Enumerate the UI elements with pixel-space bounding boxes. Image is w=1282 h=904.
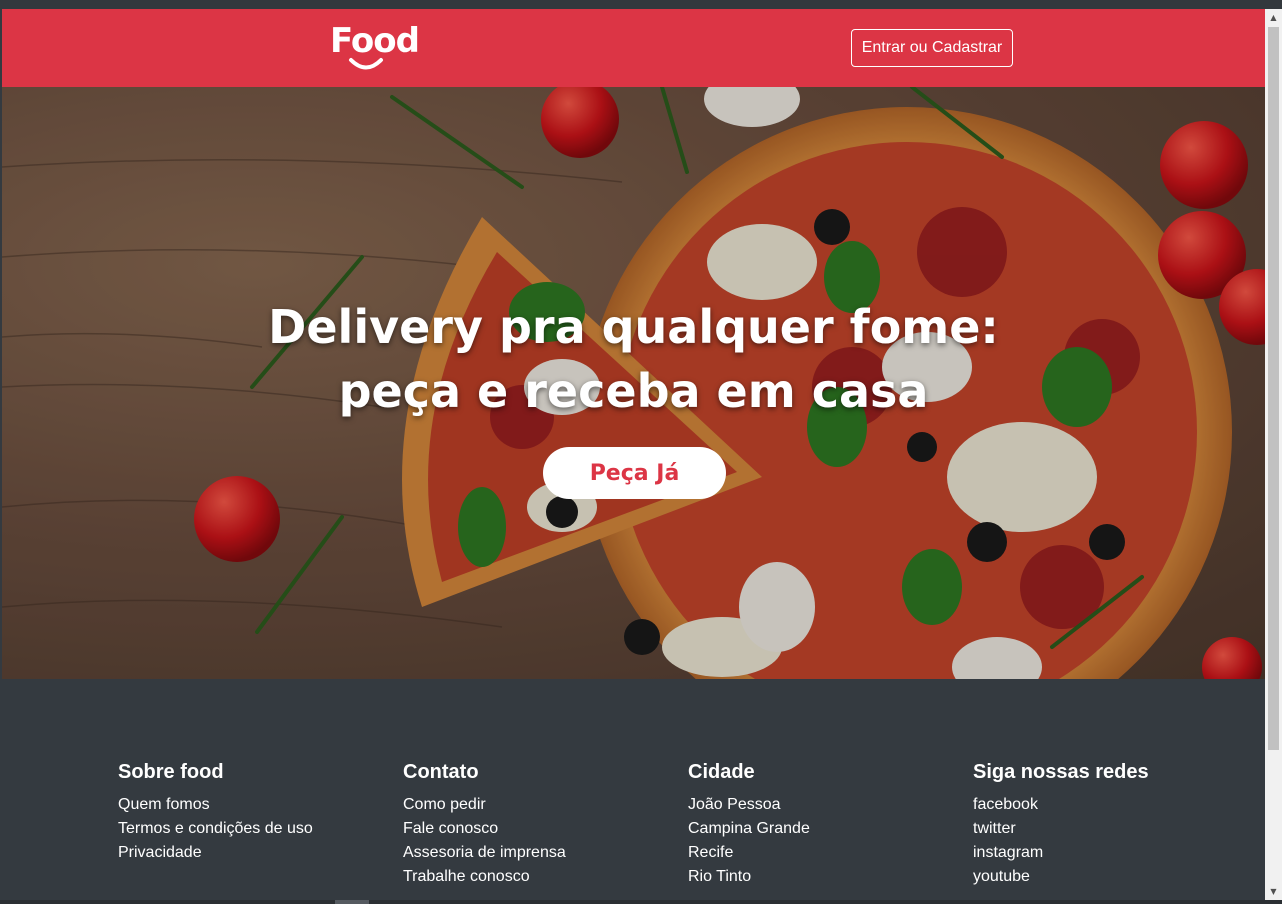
footer-link-about-us[interactable]: Quem fomos (118, 793, 398, 817)
scrollbar-thumb[interactable] (1268, 27, 1279, 750)
footer-link-youtube[interactable]: youtube (973, 865, 1253, 889)
footer-link-instagram[interactable]: instagram (973, 841, 1253, 865)
footer-link-city-rio-tinto[interactable]: Rio Tinto (688, 865, 968, 889)
footer-link-careers[interactable]: Trabalhe conosco (403, 865, 683, 889)
footer-link-facebook[interactable]: facebook (973, 793, 1253, 817)
footer-link-contact-us[interactable]: Fale conosco (403, 817, 683, 841)
hero-headline-line-2: peça e receba em casa (338, 364, 929, 418)
footer-column-contact: Contato Como pedir Fale conosco Assesori… (403, 759, 683, 889)
footer-link-city-joao-pessoa[interactable]: João Pessoa (688, 793, 968, 817)
window-bottom-border (0, 900, 1282, 904)
footer-link-press[interactable]: Assesoria de imprensa (403, 841, 683, 865)
scroll-up-arrow-icon[interactable]: ▲ (1265, 9, 1282, 26)
footer-heading-contact: Contato (403, 761, 479, 783)
hero-banner: Delivery pra qualquer fome: peça e receb… (2, 87, 1265, 679)
footer-link-how-to-order[interactable]: Como pedir (403, 793, 683, 817)
site-footer: Sobre food Quem fomos Termos e condições… (2, 679, 1265, 900)
food-logo[interactable]: Food (330, 21, 420, 75)
footer-link-privacy[interactable]: Privacidade (118, 841, 398, 865)
footer-heading-about: Sobre food (118, 761, 224, 783)
footer-link-twitter[interactable]: twitter (973, 817, 1253, 841)
vertical-scrollbar[interactable]: ▲ ▼ (1265, 9, 1282, 900)
footer-link-city-campina-grande[interactable]: Campina Grande (688, 817, 968, 841)
window-top-border (0, 0, 1282, 9)
hero-headline-line-1: Delivery pra qualquer fome: (268, 300, 999, 354)
browser-window: Food Entrar ou Cadastrar Delivery pra qu… (0, 0, 1282, 904)
login-register-button[interactable]: Entrar ou Cadastrar (851, 29, 1013, 67)
footer-link-terms[interactable]: Termos e condições de uso (118, 817, 398, 841)
horizontal-scroll-indicator (335, 900, 369, 904)
scroll-down-arrow-icon[interactable]: ▼ (1265, 883, 1282, 900)
footer-heading-social: Siga nossas redes (973, 761, 1149, 783)
footer-heading-city: Cidade (688, 761, 755, 783)
footer-column-city: Cidade João Pessoa Campina Grande Recife… (688, 759, 968, 889)
footer-column-about: Sobre food Quem fomos Termos e condições… (118, 759, 398, 865)
footer-link-city-recife[interactable]: Recife (688, 841, 968, 865)
logo-text: Food (330, 21, 420, 61)
order-now-button[interactable]: Peça Já (543, 447, 726, 499)
logo-smile-icon (349, 58, 383, 70)
site-header: Food Entrar ou Cadastrar (2, 9, 1265, 87)
page-viewport: Food Entrar ou Cadastrar Delivery pra qu… (2, 9, 1265, 900)
hero-headline: Delivery pra qualquer fome: peça e receb… (152, 295, 1115, 423)
footer-column-social: Siga nossas redes facebook twitter insta… (973, 759, 1253, 889)
